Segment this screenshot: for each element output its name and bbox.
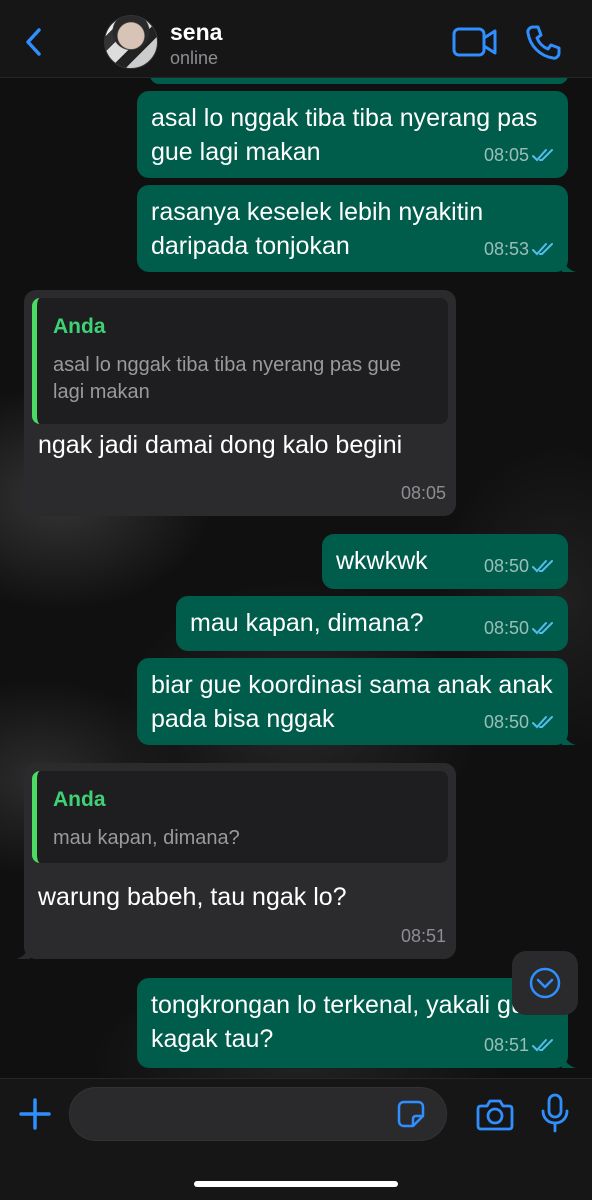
message-bubble-outgoing[interactable]: tongkrongan lo terkenal, yakali gue kaga… — [137, 978, 576, 1068]
message-time: 08:51 — [483, 1035, 529, 1055]
message-text: ngak jadi damai dong kalo begini — [38, 431, 403, 459]
message-time: 08:05 — [483, 145, 529, 165]
double-check-icon — [532, 1039, 553, 1052]
message-meta: 08:53 — [484, 232, 558, 266]
message-time: 08:05 — [400, 483, 446, 503]
sticker-button[interactable] — [396, 1099, 426, 1129]
video-call-button[interactable] — [452, 26, 498, 58]
message-text: warung babeh, tau ngak lo? — [38, 883, 347, 911]
message-time: 08:50 — [483, 618, 529, 638]
contact-name[interactable]: sena — [170, 19, 222, 46]
bubble-tail — [562, 731, 576, 745]
phone-icon — [526, 25, 561, 60]
quote-text: asal lo nggak tiba tiba nyerang pas gue … — [53, 354, 402, 403]
message-meta: 08:51 — [401, 919, 446, 953]
message-meta: 08:50 — [484, 611, 558, 645]
message-bubble-outgoing[interactable]: asal lo nggak tiba tiba nyerang pas gue … — [137, 91, 568, 178]
bubble-tail — [562, 1054, 576, 1068]
avatar[interactable] — [104, 15, 158, 69]
video-camera-icon — [452, 27, 497, 57]
quote-author: Anda — [53, 315, 106, 338]
message-time: 08:50 — [483, 556, 529, 576]
bubble-tail — [16, 502, 30, 516]
message-meta: 08:50 — [484, 549, 558, 583]
double-check-icon — [532, 622, 553, 635]
message-meta: 08:50 — [484, 705, 558, 739]
bubble-tail — [16, 945, 30, 959]
message-bubble-outgoing[interactable]: mau kapan, dimana? 08:50 — [176, 596, 568, 651]
double-check-icon — [532, 149, 553, 162]
double-check-icon — [532, 243, 553, 256]
message-time: 08:53 — [483, 239, 529, 259]
message-meta: 08:05 — [401, 476, 446, 510]
message-meta: 08:05 — [484, 138, 558, 172]
quote-text: mau kapan, dimana? — [53, 827, 240, 849]
chevron-left-icon — [26, 28, 41, 56]
quote-author: Anda — [53, 788, 106, 811]
back-button[interactable] — [18, 24, 48, 60]
sticker-icon — [397, 1100, 425, 1128]
quoted-message[interactable]: Anda asal lo nggak tiba tiba nyerang pas… — [32, 298, 448, 424]
double-check-icon — [532, 716, 553, 729]
message-bubble-incoming[interactable]: Anda mau kapan, dimana? warung babeh, ta… — [16, 763, 456, 959]
message-bubble-outgoing[interactable]: wkwkwk 08:50 — [322, 534, 568, 589]
plus-icon — [19, 1098, 51, 1130]
attach-button[interactable] — [18, 1097, 52, 1131]
camera-icon — [476, 1099, 514, 1131]
scroll-to-bottom-button[interactable] — [512, 951, 578, 1015]
message-meta: 08:51 — [484, 1028, 558, 1062]
voice-message-button[interactable] — [540, 1093, 570, 1133]
message-bubble-incoming[interactable]: Anda asal lo nggak tiba tiba nyerang pas… — [16, 290, 456, 516]
camera-button[interactable] — [476, 1097, 514, 1131]
message-bubble-outgoing[interactable]: rasanya keselek lebih nyakitin daripada … — [137, 185, 576, 272]
chat-header: sena online — [0, 0, 592, 78]
chevron-down-circle-icon — [529, 967, 561, 999]
bubble-tail — [562, 258, 576, 272]
quoted-message[interactable]: Anda mau kapan, dimana? — [32, 771, 448, 863]
contact-status: online — [170, 48, 219, 68]
microphone-icon — [541, 1093, 569, 1133]
message-bubble-outgoing[interactable]: biar gue koordinasi sama anak anak pada … — [137, 658, 576, 745]
voice-call-button[interactable] — [524, 24, 562, 62]
double-check-icon — [532, 560, 553, 573]
message-time: 08:50 — [483, 712, 529, 732]
message-time: 08:51 — [400, 926, 446, 946]
home-indicator[interactable] — [194, 1181, 398, 1187]
message-composer — [0, 1078, 592, 1200]
message-input[interactable] — [69, 1087, 447, 1141]
